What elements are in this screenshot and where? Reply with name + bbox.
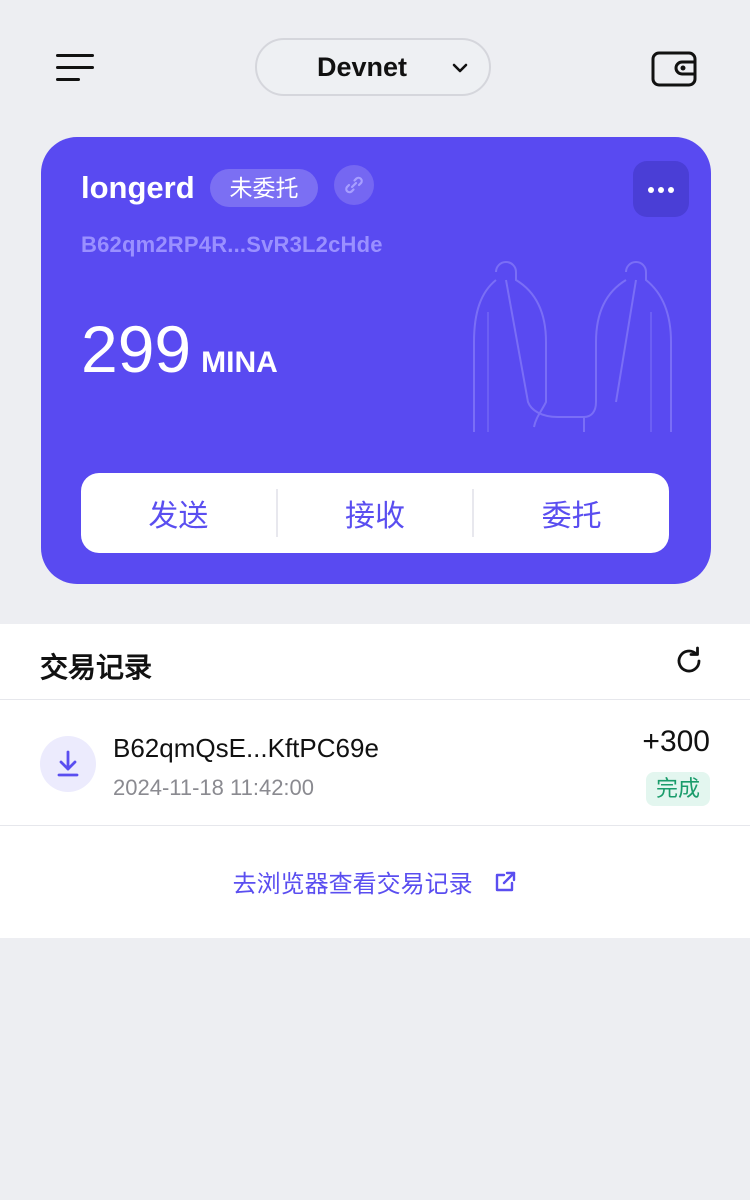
more-options-button[interactable] [633, 161, 689, 217]
transactions-panel: 交易记录 B62qmQsE...KftPC69e 2024-11-18 11:4… [0, 624, 750, 938]
menu-icon[interactable] [56, 52, 96, 84]
explorer-link[interactable]: 去浏览器查看交易记录 [0, 864, 750, 899]
receive-button[interactable]: 接收 [278, 473, 473, 553]
balance-unit: MINA [201, 346, 278, 379]
external-link-icon [496, 871, 516, 892]
account-address: B62qm2RP4R...SvR3L2cHde [81, 232, 383, 257]
status-badge: 未委托 [210, 169, 318, 207]
chevron-down-icon [452, 63, 468, 73]
refresh-icon[interactable] [672, 644, 706, 678]
explorer-link-label: 去浏览器查看交易记录 [232, 871, 473, 898]
transaction-amount: +300 [642, 725, 710, 758]
balance: 299 MINA [81, 311, 278, 386]
wallet-icon[interactable] [650, 48, 698, 88]
transactions-header: 交易记录 [0, 624, 750, 700]
transaction-status-badge: 完成 [645, 772, 710, 806]
decorative-illustration [473, 261, 672, 432]
account-card: longerd 未委托 B62qm2RP4R...SvR3L2cHde 299 … [41, 137, 711, 584]
send-button[interactable]: 发送 [81, 473, 276, 553]
network-select[interactable]: Devnet [255, 38, 491, 96]
transaction-time: 2024-11-18 11:42:00 [113, 775, 315, 800]
balance-amount: 299 [81, 312, 192, 386]
download-icon [40, 736, 96, 792]
transactions-title: 交易记录 [40, 652, 153, 683]
transaction-address: B62qmQsE...KftPC69e [113, 733, 379, 763]
link-icon [345, 176, 363, 194]
top-bar: Devnet [0, 0, 750, 130]
network-label: Devnet [316, 51, 408, 82]
action-bar: 发送 接收 委托 [81, 473, 669, 553]
link-button[interactable] [334, 165, 374, 205]
delegate-button[interactable]: 委托 [474, 473, 669, 553]
account-name: longerd [81, 170, 195, 205]
transaction-row[interactable]: B62qmQsE...KftPC69e 2024-11-18 11:42:00 … [0, 701, 750, 826]
